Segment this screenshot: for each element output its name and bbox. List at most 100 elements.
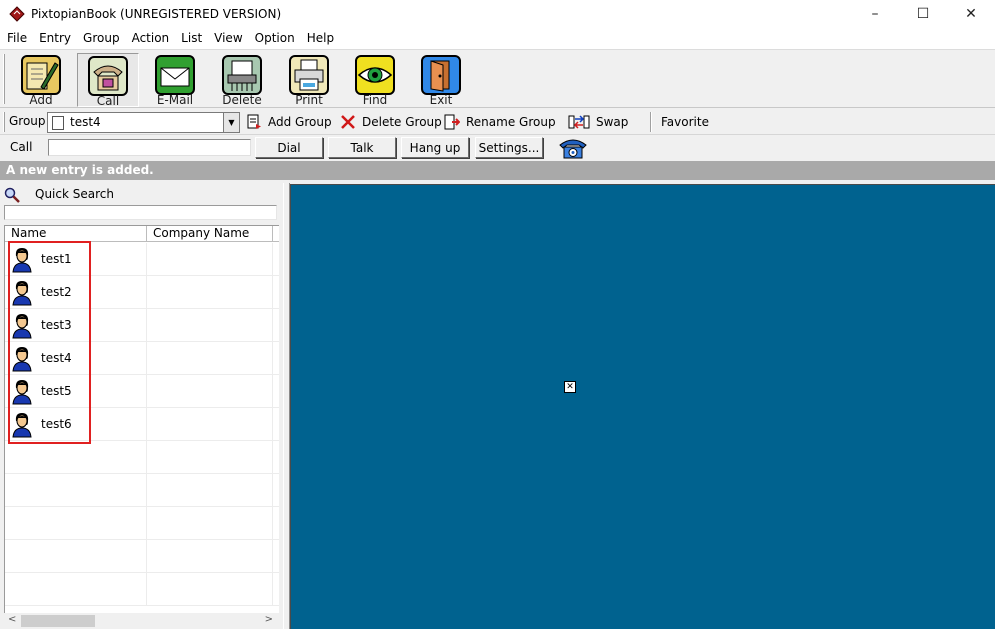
main-toolbar: Add Call E-Mail Delete Print Find Exit: [0, 49, 995, 108]
entry-name: test6: [41, 417, 72, 431]
email-label: E-Mail: [156, 93, 194, 107]
person-icon: [11, 346, 33, 372]
magnifier-icon: [4, 187, 20, 203]
close-button[interactable]: ✕: [947, 0, 995, 28]
menu-option[interactable]: Option: [249, 28, 301, 49]
favorite-button[interactable]: Favorite: [661, 113, 709, 131]
list-item[interactable]: test4: [5, 342, 279, 375]
panel-splitter[interactable]: [283, 183, 290, 629]
dropdown-arrow-icon[interactable]: ▼: [223, 112, 240, 133]
list-item[interactable]: test2: [5, 276, 279, 309]
toolbar-grip[interactable]: [3, 54, 5, 104]
person-icon: [11, 280, 33, 306]
menu-file[interactable]: File: [1, 28, 33, 49]
favorite-label: Favorite: [661, 115, 709, 129]
call-toolbar: Call Dial Talk Hang up Settings...: [0, 136, 995, 161]
maximize-button[interactable]: ☐: [899, 0, 947, 28]
person-icon: [11, 313, 33, 339]
exit-label: Exit: [429, 93, 453, 107]
entry-name: test4: [41, 351, 72, 365]
list-item[interactable]: test6: [5, 408, 279, 441]
list-item[interactable]: test5: [5, 375, 279, 408]
scroll-right-icon[interactable]: >: [265, 614, 273, 625]
delete-x-icon: [340, 114, 356, 130]
group-toolbar: Group test4 ▼ Add Group Delete Group Ren…: [0, 109, 995, 135]
call-button[interactable]: Call: [77, 53, 139, 108]
scroll-thumb[interactable]: [21, 615, 95, 627]
talk-button[interactable]: Talk: [328, 137, 396, 158]
menu-action[interactable]: Action: [126, 28, 176, 49]
rename-group-button[interactable]: Rename Group: [444, 113, 556, 131]
list-rows: test1 test2 test3 test4 test5 test6: [5, 243, 279, 606]
scroll-left-icon[interactable]: <: [8, 614, 16, 625]
menu-help[interactable]: Help: [301, 28, 340, 49]
email-envelope-icon: [155, 55, 195, 95]
entry-list[interactable]: Name Company Name test1 test2 test3 test…: [4, 225, 279, 629]
menu-group[interactable]: Group: [77, 28, 126, 49]
rename-group-label: Rename Group: [466, 115, 556, 129]
add-group-icon: [246, 114, 262, 130]
print-label: Print: [295, 93, 323, 107]
delete-group-button[interactable]: Delete Group: [340, 113, 442, 131]
list-header: Name Company Name: [5, 226, 279, 242]
delete-button[interactable]: Delete: [211, 53, 273, 107]
app-book-icon: [9, 6, 25, 22]
call-label-text: Call: [10, 140, 33, 154]
eye-icon: [355, 55, 395, 95]
entry-name: test3: [41, 318, 72, 332]
group-document-icon: [52, 116, 64, 130]
dial-button[interactable]: Dial: [255, 137, 323, 158]
printer-icon: [289, 55, 329, 95]
group-select[interactable]: test4 ▼: [47, 112, 240, 133]
email-button[interactable]: E-Mail: [144, 53, 206, 107]
menu-list[interactable]: List: [175, 28, 208, 49]
entry-preview-pane: ✕: [290, 184, 995, 629]
hang-up-button[interactable]: Hang up: [401, 137, 469, 158]
list-item[interactable]: test3: [5, 309, 279, 342]
status-banner: A new entry is added.: [0, 161, 995, 180]
add-label: Add: [29, 93, 53, 107]
horizontal-scrollbar[interactable]: < >: [4, 613, 279, 629]
menu-bar: File Entry Group Action List View Option…: [0, 28, 995, 49]
add-group-button[interactable]: Add Group: [246, 113, 332, 131]
menu-view[interactable]: View: [208, 28, 248, 49]
entry-name: test5: [41, 384, 72, 398]
quick-search-input[interactable]: [4, 205, 277, 220]
exit-door-icon: [421, 55, 461, 95]
find-button[interactable]: Find: [344, 53, 406, 107]
exit-button[interactable]: Exit: [410, 53, 472, 107]
minimize-button[interactable]: –: [851, 0, 899, 28]
find-label: Find: [362, 93, 388, 107]
entry-name: test2: [41, 285, 72, 299]
swap-arrows-icon: [568, 114, 590, 130]
group-toolbar-grip[interactable]: [3, 112, 5, 132]
person-icon: [11, 379, 33, 405]
call-label: Call: [96, 94, 120, 108]
phone-number-input[interactable]: [48, 139, 251, 156]
menu-entry[interactable]: Entry: [33, 28, 77, 49]
settings-button[interactable]: Settings...: [475, 137, 543, 158]
telephone-icon: [88, 56, 128, 96]
rename-group-icon: [444, 114, 461, 130]
swap-button[interactable]: Swap: [568, 113, 628, 131]
add-button[interactable]: Add: [10, 53, 72, 107]
swap-label: Swap: [596, 115, 629, 129]
delete-label: Delete: [222, 93, 262, 107]
group-label: Group: [9, 114, 46, 128]
print-button[interactable]: Print: [278, 53, 340, 107]
empty-row: [5, 573, 279, 606]
add-group-label: Add Group: [268, 115, 332, 129]
shredder-icon: [222, 55, 262, 95]
person-icon: [11, 247, 33, 273]
group-select-value: test4: [70, 115, 101, 129]
empty-row: [5, 507, 279, 540]
window-title: PixtopianBook (UNREGISTERED VERSION): [31, 7, 282, 21]
phone-status-icon[interactable]: [557, 137, 589, 159]
empty-row: [5, 474, 279, 507]
toolbar-separator: [650, 112, 652, 132]
column-header-company[interactable]: Company Name: [147, 226, 273, 242]
delete-group-label: Delete Group: [362, 115, 442, 129]
list-item[interactable]: test1: [5, 243, 279, 276]
add-entry-icon: [21, 55, 61, 95]
column-header-name[interactable]: Name: [5, 226, 147, 242]
